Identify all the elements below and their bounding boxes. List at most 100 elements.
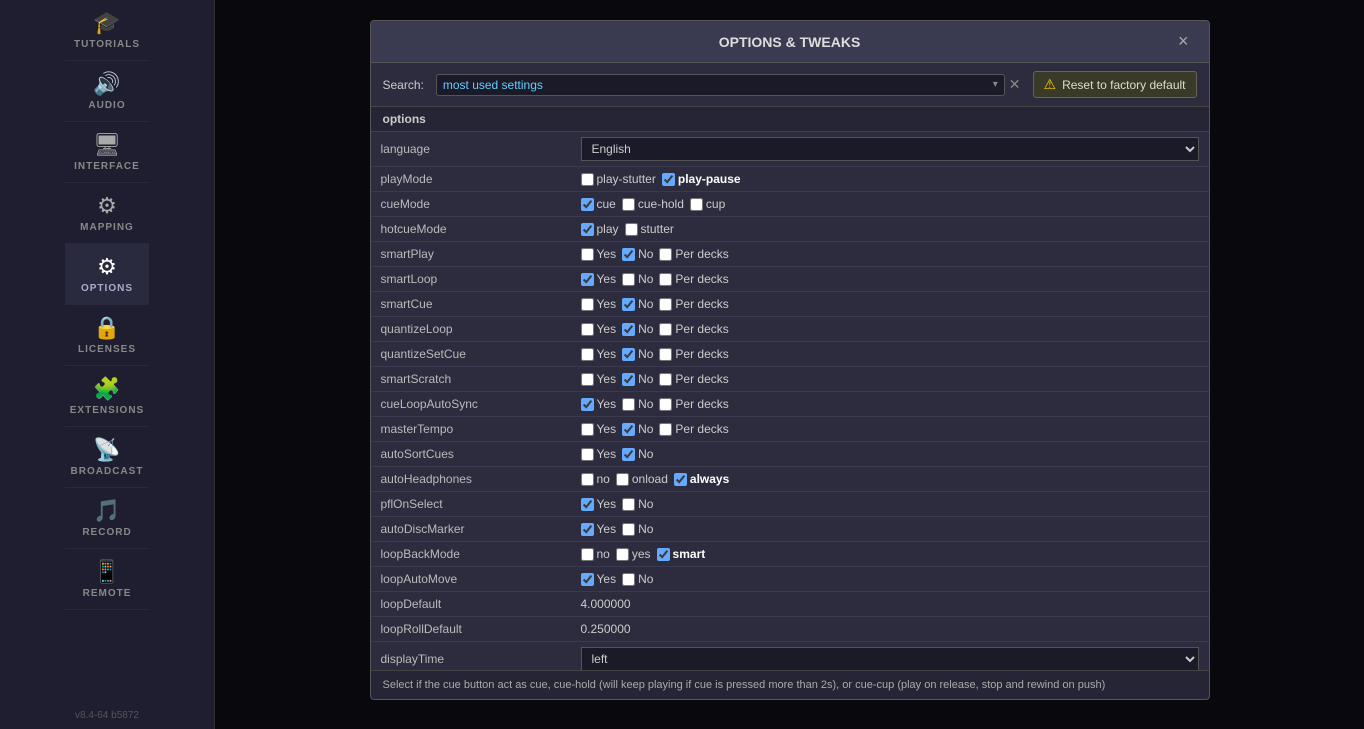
checkbox-autoHeadphones-0[interactable] <box>581 473 594 486</box>
checkbox-label-cueLoopAutoSync-0: Yes <box>597 397 617 411</box>
checkbox-masterTempo-0[interactable] <box>581 423 594 436</box>
sidebar-item-options[interactable]: ⚙ OPTIONS <box>65 244 149 305</box>
checkbox-autoSortCues-0[interactable] <box>581 448 594 461</box>
checkbox-quantizeSetCue-2[interactable] <box>659 348 672 361</box>
checkbox-label-autoDiscMarker-1: No <box>638 522 653 536</box>
checkbox-quantizeSetCue-0[interactable] <box>581 348 594 361</box>
checkbox-quantizeLoop-1[interactable] <box>622 323 635 336</box>
option-value-quantizeLoop: YesNoPer decks <box>571 317 1209 342</box>
sidebar-item-broadcast[interactable]: 📡 BROADCAST <box>65 427 149 488</box>
checkbox-quantizeLoop-0[interactable] <box>581 323 594 336</box>
checkbox-smartScratch-2[interactable] <box>659 373 672 386</box>
select-displayTime[interactable]: left <box>581 647 1199 670</box>
checkbox-label-smartScratch-2: Per decks <box>675 372 728 386</box>
table-row: cueModecuecue-holdcup <box>371 192 1209 217</box>
checkbox-autoSortCues-1[interactable] <box>622 448 635 461</box>
checkbox-label-quantizeLoop-0: Yes <box>597 322 617 336</box>
checkbox-smartPlay-0[interactable] <box>581 248 594 261</box>
modal-overlay: OPTIONS & TWEAKS × Search: ▾ ✕ ⚠ Reset <box>215 0 1364 729</box>
checkbox-smartScratch-1[interactable] <box>622 373 635 386</box>
checkbox-pflOnSelect-1[interactable] <box>622 498 635 511</box>
checkbox-smartCue-2[interactable] <box>659 298 672 311</box>
checkbox-cueLoopAutoSync-2[interactable] <box>659 398 672 411</box>
checkbox-smartLoop-1[interactable] <box>622 273 635 286</box>
checkbox-smartCue-1[interactable] <box>622 298 635 311</box>
sidebar-item-remote[interactable]: 📱 REMOTE <box>65 549 149 610</box>
search-container: ▾ ✕ <box>436 74 1021 96</box>
option-name-quantizeSetCue: quantizeSetCue <box>371 342 571 367</box>
checkbox-item-autoDiscMarker-0: Yes <box>581 522 617 536</box>
checkbox-label-autoDiscMarker-0: Yes <box>597 522 617 536</box>
checkbox-smartLoop-2[interactable] <box>659 273 672 286</box>
checkbox-label-autoHeadphones-2: always <box>690 472 729 486</box>
sidebar-label-audio: AUDIO <box>88 100 125 111</box>
search-clear-button[interactable]: ✕ <box>1009 76 1021 93</box>
option-name-smartLoop: smartLoop <box>371 267 571 292</box>
table-row: displayTimeleft <box>371 642 1209 671</box>
checkbox-hotcueMode-1[interactable] <box>625 223 638 236</box>
checkbox-cueMode-0[interactable] <box>581 198 594 211</box>
search-input[interactable] <box>443 78 993 92</box>
option-name-autoSortCues: autoSortCues <box>371 442 571 467</box>
sidebar-item-mapping[interactable]: ⚙ MAPPING <box>65 183 149 244</box>
checkbox-label-masterTempo-0: Yes <box>597 422 617 436</box>
checkbox-smartScratch-0[interactable] <box>581 373 594 386</box>
checkbox-item-cueMode-0: cue <box>581 197 616 211</box>
sidebar-item-audio[interactable]: 🔊 AUDIO <box>65 61 149 122</box>
modal-close-button[interactable]: × <box>1174 31 1193 52</box>
sidebar-item-interface[interactable]: 🖥 INTERFACE <box>65 122 149 183</box>
option-value-loopRollDefault: 0.250000 <box>571 617 1209 642</box>
checkbox-smartPlay-2[interactable] <box>659 248 672 261</box>
checkbox-item-cueLoopAutoSync-1: No <box>622 397 653 411</box>
checkbox-cueLoopAutoSync-0[interactable] <box>581 398 594 411</box>
sidebar-item-licenses[interactable]: 🔒 LICENSES <box>65 305 149 366</box>
checkbox-label-cueLoopAutoSync-2: Per decks <box>675 397 728 411</box>
checkbox-item-smartPlay-2: Per decks <box>659 247 728 261</box>
checkbox-autoHeadphones-1[interactable] <box>616 473 629 486</box>
table-row: smartLoopYesNoPer decks <box>371 267 1209 292</box>
sidebar-item-extensions[interactable]: 🧩 EXTENSIONS <box>65 366 149 427</box>
option-name-smartPlay: smartPlay <box>371 242 571 267</box>
search-dropdown-arrow-icon[interactable]: ▾ <box>993 79 998 90</box>
checkbox-playMode-1[interactable] <box>662 173 675 186</box>
checkbox-item-loopBackMode-0: no <box>581 547 610 561</box>
checkbox-playMode-0[interactable] <box>581 173 594 186</box>
checkbox-item-hotcueMode-1: stutter <box>625 222 674 236</box>
checkbox-item-smartScratch-2: Per decks <box>659 372 728 386</box>
checkbox-smartCue-0[interactable] <box>581 298 594 311</box>
checkbox-smartLoop-0[interactable] <box>581 273 594 286</box>
checkbox-cueMode-1[interactable] <box>622 198 635 211</box>
checkbox-cueLoopAutoSync-1[interactable] <box>622 398 635 411</box>
checkbox-loopAutoMove-1[interactable] <box>622 573 635 586</box>
checkbox-masterTempo-1[interactable] <box>622 423 635 436</box>
table-row: languageEnglish <box>371 132 1209 167</box>
checkbox-loopAutoMove-0[interactable] <box>581 573 594 586</box>
option-value-masterTempo: YesNoPer decks <box>571 417 1209 442</box>
checkbox-autoHeadphones-2[interactable] <box>674 473 687 486</box>
sidebar-item-tutorials[interactable]: 🎓 TUTORIALS <box>65 0 149 61</box>
sidebar-item-record[interactable]: 🎵 RECORD <box>65 488 149 549</box>
checkbox-loopBackMode-2[interactable] <box>657 548 670 561</box>
modal-header: OPTIONS & TWEAKS × <box>371 21 1209 63</box>
checkbox-hotcueMode-0[interactable] <box>581 223 594 236</box>
checkbox-item-autoSortCues-1: No <box>622 447 653 461</box>
checkbox-label-smartPlay-1: No <box>638 247 653 261</box>
sidebar-label-extensions: EXTENSIONS <box>70 405 144 416</box>
option-value-hotcueMode: playstutter <box>571 217 1209 242</box>
checkbox-quantizeSetCue-1[interactable] <box>622 348 635 361</box>
checkbox-cueMode-2[interactable] <box>690 198 703 211</box>
option-name-loopRollDefault: loopRollDefault <box>371 617 571 642</box>
checkbox-autoDiscMarker-1[interactable] <box>622 523 635 536</box>
checkbox-smartPlay-1[interactable] <box>622 248 635 261</box>
checkbox-autoDiscMarker-0[interactable] <box>581 523 594 536</box>
checkbox-loopBackMode-0[interactable] <box>581 548 594 561</box>
table-row: loopBackModenoyessmart <box>371 542 1209 567</box>
checkbox-masterTempo-2[interactable] <box>659 423 672 436</box>
checkbox-item-quantizeLoop-1: No <box>622 322 653 336</box>
checkbox-quantizeLoop-2[interactable] <box>659 323 672 336</box>
checkbox-loopBackMode-1[interactable] <box>616 548 629 561</box>
option-value-playMode: play-stutterplay-pause <box>571 167 1209 192</box>
select-language[interactable]: English <box>581 137 1199 161</box>
reset-factory-button[interactable]: ⚠ Reset to factory default <box>1033 71 1197 98</box>
checkbox-pflOnSelect-0[interactable] <box>581 498 594 511</box>
